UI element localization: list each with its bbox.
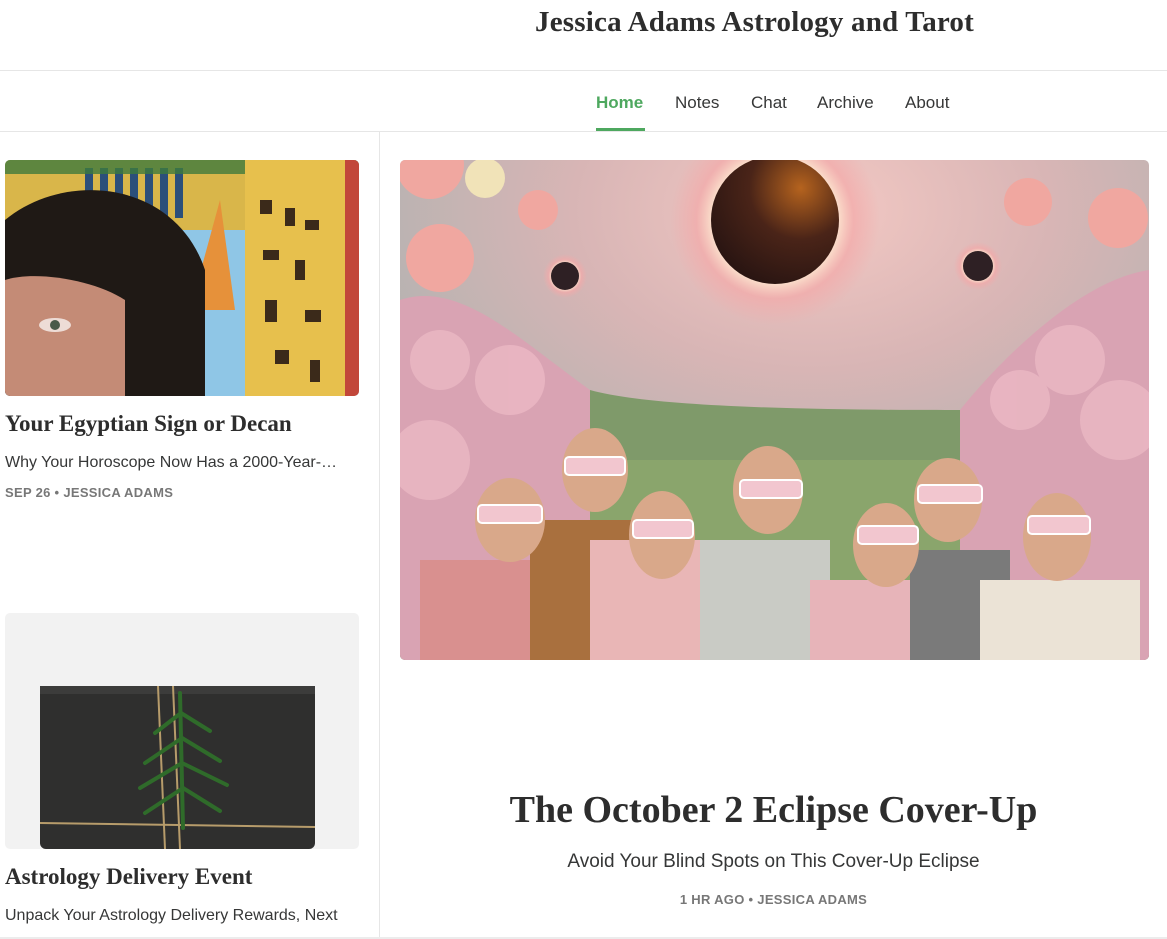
nav-notes[interactable]: Notes bbox=[675, 93, 719, 113]
post-subtitle: Why Your Horoscope Now Has a 2000-Year-… bbox=[5, 454, 338, 471]
nav-home[interactable]: Home bbox=[596, 93, 643, 113]
post-title[interactable]: Your Egyptian Sign or Decan bbox=[5, 411, 292, 437]
post-meta: SEP 26 • JESSICA ADAMS bbox=[5, 485, 174, 500]
featured-subtitle: Avoid Your Blind Spots on This Cover-Up … bbox=[567, 851, 980, 872]
post-subtitle: Unpack Your Astrology Delivery Rewards, … bbox=[5, 907, 338, 924]
nav-chat[interactable]: Chat bbox=[751, 93, 787, 113]
post-image-egyptian-decan[interactable] bbox=[5, 160, 359, 396]
post-title[interactable]: Astrology Delivery Event bbox=[5, 864, 252, 890]
active-tab-indicator bbox=[596, 128, 645, 131]
site-title[interactable]: Jessica Adams Astrology and Tarot bbox=[535, 6, 974, 39]
main-nav: Home Notes Chat Archive About bbox=[0, 71, 1167, 132]
nav-about[interactable]: About bbox=[905, 93, 949, 113]
featured-meta: 1 HR AGO • JESSICA ADAMS bbox=[679, 892, 868, 907]
featured-title[interactable]: The October 2 Eclipse Cover-Up bbox=[380, 788, 1167, 832]
site-header: Jessica Adams Astrology and Tarot bbox=[0, 0, 1167, 71]
nav-archive[interactable]: Archive bbox=[817, 93, 874, 113]
featured-image-eclipse[interactable] bbox=[400, 160, 1149, 660]
post-image-delivery-event[interactable] bbox=[5, 613, 359, 849]
